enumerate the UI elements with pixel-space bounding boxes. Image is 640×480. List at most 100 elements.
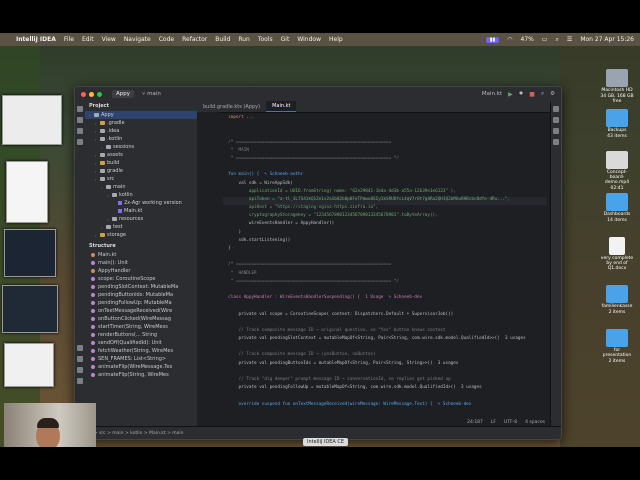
project-tree-item[interactable]: › build (85, 159, 197, 167)
gradle-icon[interactable] (553, 117, 559, 123)
code-line[interactable] (223, 303, 547, 311)
project-selector[interactable]: Appy (112, 90, 134, 98)
project-tree-item[interactable]: › sessions (85, 143, 197, 151)
indent-setting[interactable]: 4 spaces (525, 420, 545, 425)
code-line[interactable] (223, 131, 547, 139)
structure-item[interactable]: sendOff(QualifiedId): Unit (85, 339, 197, 347)
code-line[interactable]: * MAIN (223, 148, 547, 156)
code-line[interactable]: private val pendingSlotContext = mutable… (223, 336, 547, 344)
maximize-window-button[interactable] (97, 91, 102, 97)
status-breadcrumb[interactable]: Appy > src > main > kotlin > Main.kt > m… (81, 431, 184, 436)
battery-icon[interactable]: ▭ (542, 36, 548, 43)
battery-percent[interactable]: 47% (521, 36, 534, 43)
structure-item[interactable]: onButtonClicked(WireMessag (85, 315, 197, 323)
menu-help[interactable]: Help (329, 36, 343, 43)
project-tree-item[interactable]: › main (85, 183, 197, 191)
project-tree-item[interactable]: › gradle (85, 167, 197, 175)
structure-item[interactable]: animateFlip(WireMessage.Tex (85, 363, 197, 371)
project-tool-icon[interactable] (77, 106, 83, 112)
commit-tool-icon[interactable] (77, 117, 83, 123)
project-tree-item[interactable]: › assets (85, 151, 197, 159)
code-line[interactable] (223, 123, 547, 131)
app-menu[interactable]: IntelliJ IDEA (16, 36, 56, 43)
line-separator[interactable]: LF (491, 420, 496, 425)
more-tools-icon[interactable] (77, 139, 83, 145)
code-line[interactable]: wireEventsHandler = AppyHandler() (223, 221, 547, 229)
search-icon[interactable]: ⌕ (541, 91, 544, 98)
menu-git[interactable]: Git (281, 36, 290, 43)
structure-item[interactable]: fetchWeather(String, WireMes (85, 347, 197, 355)
run-config-selector[interactable]: Main.kt (482, 91, 502, 97)
settings-icon[interactable]: ⚙ (550, 91, 555, 97)
code-line[interactable]: private val pendingFollowUp = mutableMap… (223, 385, 547, 393)
database-icon[interactable] (553, 139, 559, 145)
code-line[interactable]: class AppyHandler : WireEventsHandlerSus… (223, 295, 547, 303)
code-line[interactable]: fun main() { ✎ Schneeb-authr (223, 172, 547, 180)
wifi-icon[interactable]: ◠ (507, 36, 512, 43)
menu-window[interactable]: Window (297, 36, 321, 43)
code-line[interactable]: ) (223, 230, 547, 238)
code-line[interactable]: sdk.startListening() (223, 238, 547, 246)
window-thumbnail[interactable] (4, 343, 54, 387)
project-tree-item[interactable]: › src (85, 175, 197, 183)
structure-item[interactable]: pendingSlotContext: MutableMa (85, 283, 197, 291)
desktop-icon-presentation[interactable]: for presentation 2 items (600, 329, 634, 364)
code-line[interactable] (223, 369, 547, 377)
search-icon[interactable]: ⌕ (556, 36, 559, 44)
debug-icon[interactable]: ✹ (519, 91, 524, 97)
code-line[interactable]: apiToken = "a-tl_3L7S41kQ1Ze1s2a1b82b0p8… (223, 196, 547, 206)
desktop-icon-video[interactable]: Concept-board-demo.mp4 02:41 (600, 151, 634, 191)
window-thumbnail[interactable] (6, 161, 48, 223)
window-thumbnail[interactable] (4, 229, 56, 277)
window-thumbnail[interactable] (2, 285, 58, 333)
file-encoding[interactable]: UTF-8 (504, 420, 517, 425)
tab-main-kt[interactable]: Main.kt (266, 101, 297, 112)
structure-item[interactable]: scope: CoroutineScope (85, 275, 197, 283)
code-line[interactable]: /* =====================================… (223, 140, 547, 148)
code-line[interactable]: import ... (223, 115, 547, 123)
project-tree-item[interactable]: › test (85, 223, 197, 231)
desktop-icon-dashboards[interactable]: Dashboards 14 items (600, 193, 634, 223)
code-line[interactable]: private val scope = CoroutineScope( cont… (223, 312, 547, 320)
structure-item[interactable]: main(): Unit (85, 259, 197, 267)
structure-item[interactable]: animateFlip(String, WireMes (85, 371, 197, 379)
project-tree-item[interactable]: › resources (85, 215, 197, 223)
structure-item[interactable]: pendingFollowUp: MutableMa (85, 299, 197, 307)
menu-navigate[interactable]: Navigate (124, 36, 151, 43)
run-icon[interactable]: ▶ (508, 91, 513, 98)
code-line[interactable] (223, 287, 547, 295)
structure-item[interactable]: startTimer(String, WireMess (85, 323, 197, 331)
menu-edit[interactable]: Edit (82, 36, 94, 43)
code-line[interactable]: } (223, 246, 547, 254)
menu-file[interactable]: File (64, 36, 74, 43)
code-line[interactable]: override suspend fun onTextMessageReceiv… (223, 402, 547, 410)
structure-tool-icon[interactable] (77, 128, 83, 134)
code-area[interactable]: import ... /* ==========================… (223, 115, 547, 417)
project-tree-item[interactable]: › Appy (85, 111, 197, 119)
project-tree-item[interactable]: › .idea (85, 127, 197, 135)
desktop-icon-backups[interactable]: Backups 43 items (600, 109, 634, 139)
clock[interactable]: Mon 27 Apr 15:26 (580, 36, 634, 43)
menu-view[interactable]: View (102, 36, 116, 43)
project-tree-item[interactable]: 2x-Agr working version (85, 199, 197, 207)
desktop-icon-familienkasse[interactable]: familienkasse 2 items (600, 285, 634, 315)
stop-icon[interactable]: ■ (529, 91, 535, 98)
code-line[interactable]: val sdk = WireAppSdk( (223, 181, 547, 189)
menu-run[interactable]: Run (238, 36, 250, 43)
code-line[interactable] (223, 393, 547, 401)
close-window-button[interactable] (81, 91, 86, 97)
branch-selector[interactable]: ⑂ main (142, 91, 161, 97)
cursor-position[interactable]: 24:187 (467, 420, 483, 425)
code-line[interactable]: // Track composite message ID → original… (223, 328, 547, 336)
code-line[interactable]: private val pendingButtonIds = mutableMa… (223, 361, 547, 369)
structure-item[interactable]: onTextMessageReceived(Wire (85, 307, 197, 315)
menu-tools[interactable]: Tools (258, 36, 273, 43)
structure-item[interactable]: renderButtons(... String (85, 331, 197, 339)
menu-code[interactable]: Code (159, 36, 174, 43)
structure-item[interactable]: Main.kt (85, 251, 197, 259)
line-gutter[interactable] (197, 112, 219, 417)
code-line[interactable]: // Track composite message ID → (yesButt… (223, 352, 547, 360)
code-line[interactable] (223, 320, 547, 328)
control-center-icon[interactable]: ☰ (567, 36, 572, 43)
structure-item[interactable]: pendingButtonIds: MutableMa (85, 291, 197, 299)
